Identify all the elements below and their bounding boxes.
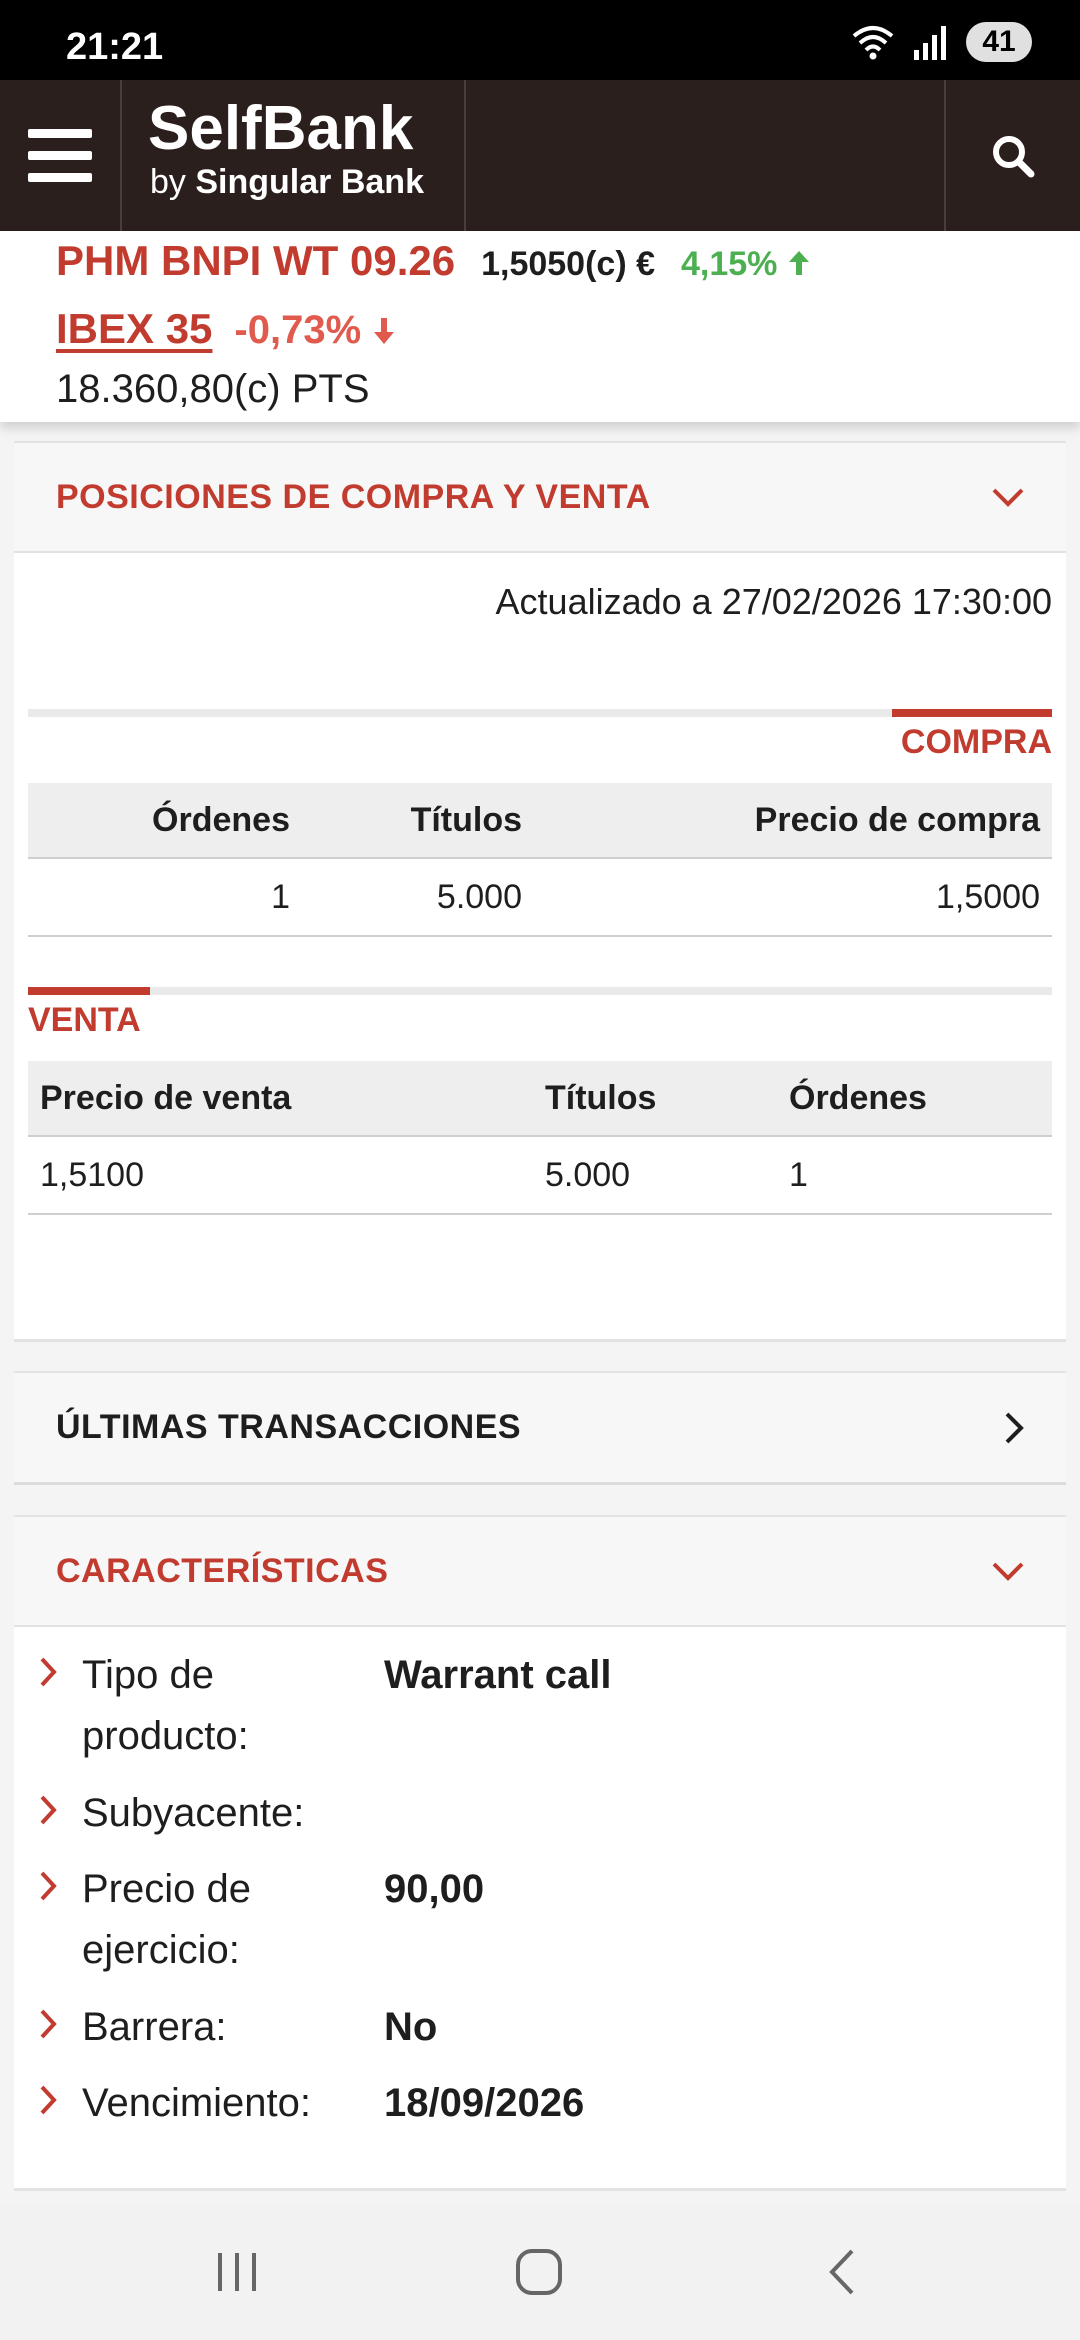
instrument-change-value: 4,15% — [681, 245, 778, 283]
sell-price-cell: 1,5100 — [40, 1155, 144, 1194]
index-link[interactable]: IBEX 35 — [56, 305, 212, 353]
buy-col-price: Precio de compra — [754, 800, 1040, 839]
chevron-right-icon — [40, 2009, 57, 2039]
index-change: -0,73% — [234, 308, 396, 353]
transactions-header[interactable]: ÚLTIMAS TRANSACCIONES — [14, 1371, 1066, 1485]
index-value: 18.360,80(c) PTS — [56, 367, 370, 411]
chevron-right-icon — [40, 1871, 57, 1901]
chevron-right-icon — [1005, 1412, 1024, 1443]
characteristics-header[interactable]: CARACTERÍSTICAS — [14, 1515, 1066, 1627]
detail-label: Tipo de producto: — [82, 1653, 249, 1758]
chevron-down-icon — [992, 488, 1024, 507]
characteristics-section: CARACTERÍSTICAS Tipo de producto: Warran… — [14, 1515, 1066, 2191]
chevron-right-icon — [40, 1657, 57, 1687]
detail-label: Vencimiento: — [82, 2081, 312, 2125]
sell-col-price: Precio de venta — [40, 1078, 292, 1117]
sell-table-bar — [28, 987, 1052, 995]
detail-value: 90,00 — [384, 1867, 485, 1911]
table-row: 1 5.000 1,5000 — [28, 859, 1052, 937]
status-time: 21:21 — [66, 26, 164, 68]
instrument-quote: PHM BNPI WT 09.26 1,5050(c) € 4,15% — [56, 237, 811, 285]
home-icon — [516, 2249, 562, 2295]
index-change-value: -0,73% — [234, 308, 362, 352]
logo-by-text: by — [150, 163, 186, 201]
status-bar: 21:21 41 — [0, 0, 1080, 80]
instrument-change: 4,15% — [681, 245, 811, 284]
header-divider — [464, 80, 466, 231]
table-row: 1,5100 5.000 1 — [28, 1137, 1052, 1215]
menu-button[interactable] — [0, 80, 122, 231]
recent-apps-button[interactable] — [157, 2204, 317, 2340]
buy-orders-cell: 1 — [271, 877, 290, 916]
detail-value: Warrant call — [384, 1653, 612, 1697]
menu-icon — [28, 129, 92, 182]
quote-ticker: PHM BNPI WT 09.26 1,5050(c) € 4,15% IBEX… — [0, 231, 1080, 422]
updated-timestamp: Actualizado a 27/02/2026 17:30:00 — [495, 581, 1052, 622]
status-icons: 41 — [850, 22, 1032, 62]
logo-main-text: SelfBank — [148, 94, 414, 163]
buy-table-header: Órdenes Títulos Precio de compra — [28, 783, 1052, 859]
buy-price-cell: 1,5000 — [936, 877, 1040, 916]
positions-title: POSICIONES DE COMPRA Y VENTA — [56, 477, 651, 516]
back-icon — [829, 2249, 854, 2295]
transactions-section: ÚLTIMAS TRANSACCIONES — [14, 1371, 1066, 1485]
instrument-name: PHM BNPI WT 09.26 — [56, 237, 456, 284]
system-navigation-bar — [0, 2204, 1080, 2340]
logo-sub-text: by Singular Bank — [150, 162, 424, 202]
logo-bank-text: Singular Bank — [195, 163, 424, 201]
sell-orders-cell: 1 — [789, 1155, 808, 1194]
sell-table-accent — [28, 987, 150, 995]
buy-col-orders: Órdenes — [152, 800, 290, 839]
sell-col-titles: Títulos — [545, 1078, 657, 1117]
app-header: SelfBank by Singular Bank — [0, 80, 1080, 231]
transactions-title: ÚLTIMAS TRANSACCIONES — [56, 1408, 522, 1446]
positions-section: POSICIONES DE COMPRA Y VENTA Actualizado… — [14, 441, 1066, 1341]
index-quote: IBEX 35 -0,73% — [56, 305, 396, 353]
chevron-right-icon — [40, 2085, 57, 2115]
search-icon — [993, 135, 1035, 177]
buy-table: Órdenes Títulos Precio de compra 1 5.000… — [28, 783, 1052, 937]
wifi-icon — [852, 26, 894, 60]
buy-col-titles: Títulos — [410, 800, 522, 839]
chevron-down-icon — [992, 1562, 1024, 1581]
detail-value: 18/09/2026 — [384, 2081, 585, 2125]
characteristics-title: CARACTERÍSTICAS — [56, 1551, 389, 1590]
buy-label: COMPRA — [900, 723, 1052, 761]
detail-label: Subyacente: — [82, 1791, 305, 1835]
buy-table-accent — [892, 709, 1052, 717]
recent-apps-icon — [218, 2253, 256, 2291]
sell-col-orders: Órdenes — [789, 1078, 927, 1117]
sell-table: Precio de venta Títulos Órdenes 1,5100 5… — [28, 1061, 1052, 1215]
chevron-right-icon — [40, 1795, 57, 1825]
arrow-up-icon — [788, 251, 809, 275]
sell-label: VENTA — [28, 1001, 141, 1039]
detail-label: Barrera: — [82, 2005, 227, 2049]
home-button[interactable] — [459, 2204, 619, 2340]
selfbank-logo[interactable]: SelfBank by Singular Bank — [148, 96, 424, 202]
characteristics-bottom-border — [14, 2188, 1066, 2191]
search-button[interactable] — [944, 80, 1080, 231]
instrument-price: 1,5050(c) € — [481, 245, 655, 283]
battery-indicator: 41 — [966, 22, 1032, 62]
detail-label: Precio de ejercicio: — [82, 1867, 251, 1972]
positions-header[interactable]: POSICIONES DE COMPRA Y VENTA — [14, 441, 1066, 553]
back-button[interactable] — [762, 2204, 922, 2340]
signal-icon — [914, 26, 946, 60]
detail-value: No — [384, 2005, 438, 2049]
buy-titles-cell: 5.000 — [436, 877, 522, 916]
arrow-down-icon — [374, 318, 395, 344]
sell-titles-cell: 5.000 — [545, 1155, 631, 1194]
positions-bottom-border — [14, 1339, 1066, 1342]
sell-table-header: Precio de venta Títulos Órdenes — [28, 1061, 1052, 1137]
